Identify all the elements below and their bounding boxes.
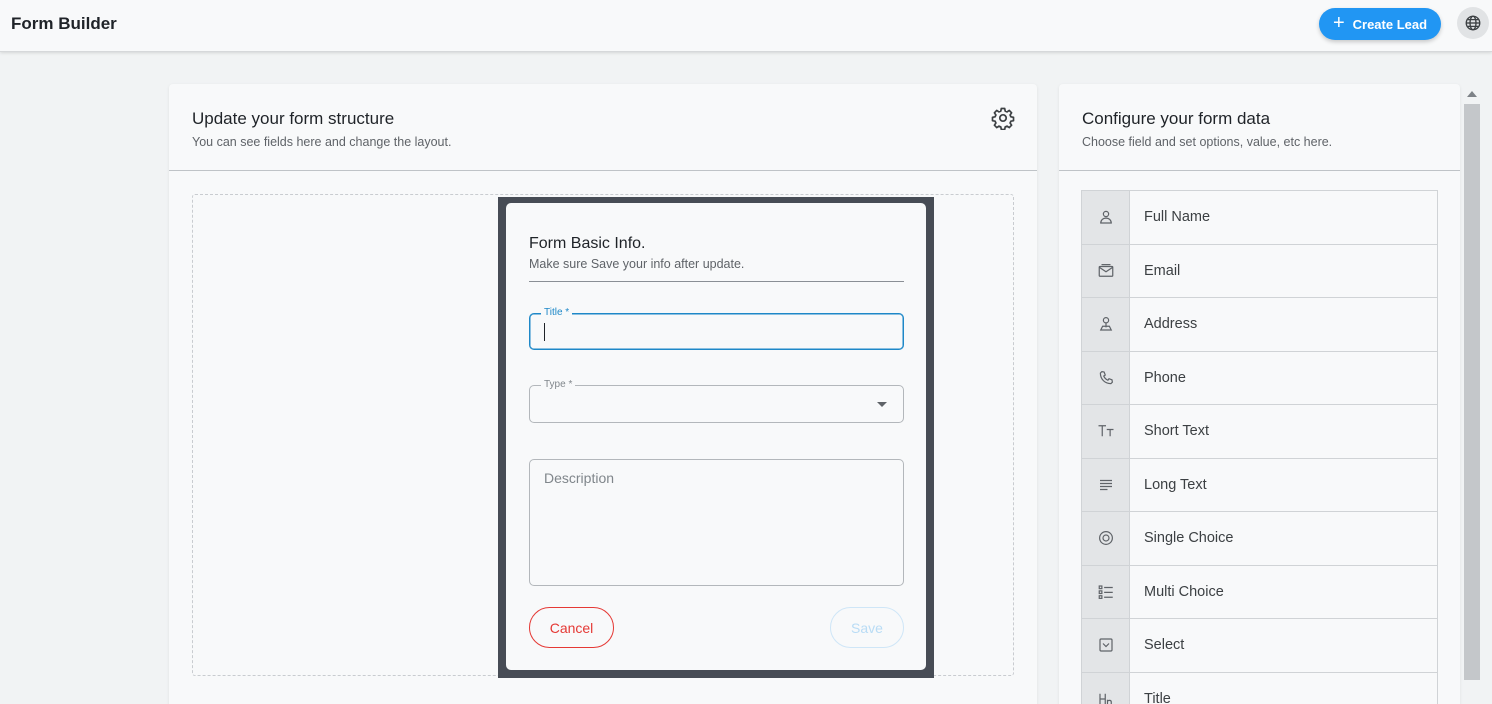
phone-icon <box>1099 370 1113 384</box>
field-item-long-text[interactable]: Long Text <box>1081 457 1438 511</box>
data-panel-divider <box>1059 170 1460 171</box>
create-lead-label: Create Lead <box>1352 16 1428 32</box>
plus-icon: + <box>1332 12 1345 34</box>
form-basic-info-dialog: Form Basic Info. Make sure Save your inf… <box>506 203 926 670</box>
select-box-icon <box>1098 638 1113 652</box>
type-select[interactable]: Type * <box>529 379 904 423</box>
text-cursor <box>544 323 545 341</box>
person-icon <box>1099 211 1112 224</box>
type-select-label: Type * <box>541 379 576 391</box>
location-person-icon <box>1099 317 1112 331</box>
structure-panel-divider <box>169 170 1037 171</box>
dialog-divider <box>529 281 904 282</box>
scroll-up-arrow-icon[interactable] <box>1467 91 1477 97</box>
field-item-label: Short Text <box>1130 404 1438 458</box>
language-button[interactable] <box>1457 7 1489 39</box>
field-type-list: Full Name Email Address Phone Short Text <box>1081 190 1438 704</box>
description-textarea[interactable]: Description <box>529 459 904 586</box>
structure-panel-subtitle: You can see fields here and change the l… <box>192 135 452 149</box>
field-item-full-name[interactable]: Full Name <box>1081 190 1438 244</box>
panel-scrollbar[interactable] <box>1463 84 1481 704</box>
field-item-select[interactable]: Select <box>1081 618 1438 672</box>
scroll-thumb[interactable] <box>1464 104 1480 680</box>
paragraph-icon <box>1099 479 1112 490</box>
field-item-label: Single Choice <box>1130 511 1438 565</box>
globe-icon <box>1465 15 1481 31</box>
text-size-icon <box>1098 425 1113 437</box>
data-panel-subtitle: Choose field and set options, value, etc… <box>1082 135 1333 149</box>
title-input[interactable]: Title * <box>529 307 904 350</box>
dialog-subtitle: Make sure Save your info after update. <box>529 257 745 271</box>
field-item-label: Multi Choice <box>1130 564 1438 618</box>
field-item-label: Select <box>1130 618 1438 672</box>
field-item-multi-choice[interactable]: Multi Choice <box>1081 564 1438 618</box>
field-item-label: Long Text <box>1130 457 1438 511</box>
cancel-button[interactable]: Cancel <box>529 607 614 648</box>
gear-icon[interactable] <box>991 106 1015 130</box>
field-item-single-choice[interactable]: Single Choice <box>1081 511 1438 565</box>
field-item-title[interactable]: Title <box>1081 671 1438 704</box>
field-item-phone[interactable]: Phone <box>1081 350 1438 404</box>
form-data-panel: Configure your form data Choose field an… <box>1059 84 1460 704</box>
app-title: Form Builder <box>11 14 117 33</box>
top-bar: Form Builder + Create Lead <box>0 0 1492 52</box>
field-item-short-text[interactable]: Short Text <box>1081 404 1438 458</box>
chevron-down-icon <box>877 402 887 407</box>
field-item-label: Address <box>1130 297 1438 351</box>
modal-backdrop: Form Basic Info. Make sure Save your inf… <box>498 197 934 678</box>
checklist-icon <box>1098 585 1113 599</box>
heading-icon <box>1098 693 1112 704</box>
save-button[interactable]: Save <box>830 607 904 648</box>
field-item-label: Full Name <box>1130 190 1438 244</box>
field-item-label: Title <box>1130 671 1438 704</box>
create-lead-button[interactable]: + Create Lead <box>1319 8 1441 40</box>
field-item-label: Phone <box>1130 350 1438 404</box>
dialog-title: Form Basic Info. <box>529 235 646 252</box>
field-item-label: Email <box>1130 243 1438 297</box>
description-placeholder: Description <box>544 470 615 486</box>
radio-icon <box>1098 531 1113 546</box>
email-icon <box>1098 263 1113 277</box>
field-item-address[interactable]: Address <box>1081 297 1438 351</box>
title-input-label: Title * <box>541 307 573 319</box>
data-panel-title: Configure your form data <box>1082 109 1271 128</box>
structure-panel-title: Update your form structure <box>192 109 395 128</box>
field-item-email[interactable]: Email <box>1081 243 1438 297</box>
